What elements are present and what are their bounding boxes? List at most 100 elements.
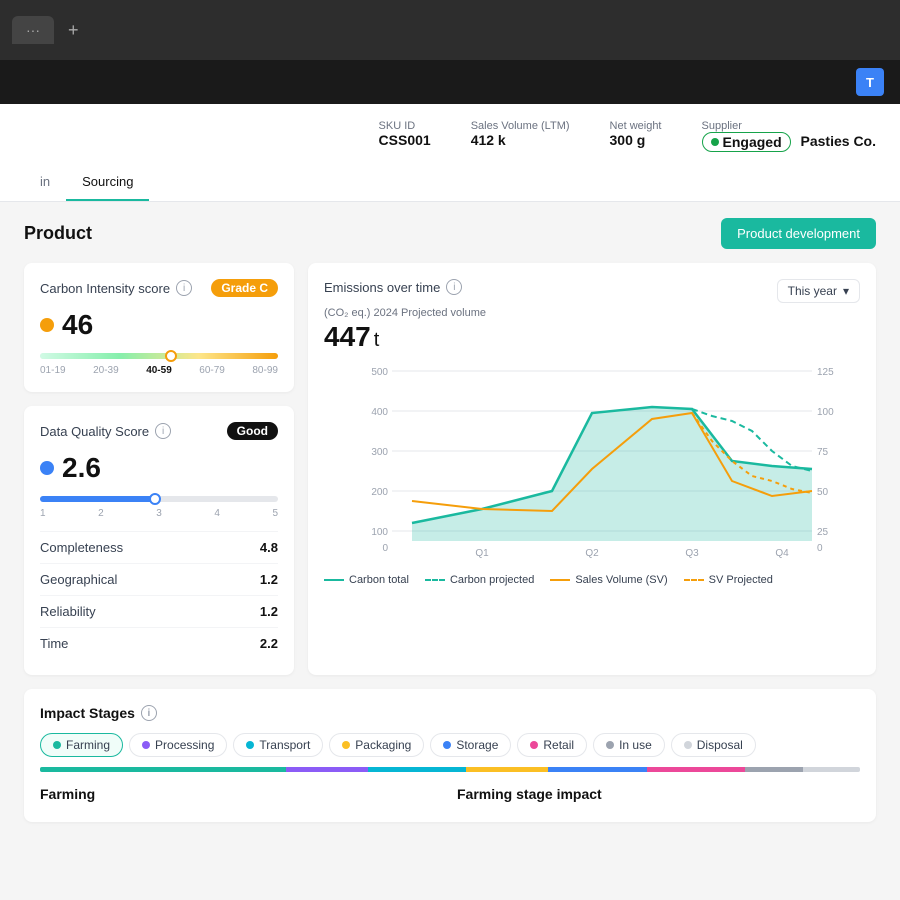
product-header: SKU ID CSS001 Sales Volume (LTM) 412 k N… (0, 104, 900, 202)
svg-text:Q2: Q2 (585, 548, 599, 559)
bar-retail (647, 767, 745, 772)
bar-transport (368, 767, 466, 772)
sku-id-meta: SKU ID CSS001 (379, 120, 431, 152)
svg-text:500: 500 (371, 367, 388, 378)
tab-sourcing[interactable]: Sourcing (66, 164, 149, 201)
carbon-range-bar (40, 353, 278, 359)
sales-volume-value: 412 k (471, 132, 506, 148)
carbon-score-title: Carbon Intensity score i Grade C (40, 279, 278, 297)
good-badge: Good (227, 422, 278, 440)
tab-bar: ··· + (12, 16, 87, 45)
stage-pill-storage[interactable]: Storage (430, 733, 511, 757)
impact-stages-title: Impact Stages i (40, 705, 860, 721)
svg-text:400: 400 (371, 407, 388, 418)
legend-sales-volume: Sales Volume (SV) (550, 574, 667, 586)
dq-score-card: Data Quality Score i Good 2.6 1 2 (24, 406, 294, 675)
svg-text:0: 0 (382, 543, 388, 554)
stage-pill-retail[interactable]: Retail (517, 733, 587, 757)
legend-carbon-total: Carbon total (324, 574, 409, 586)
supplier-status-dot (711, 138, 719, 146)
dq-dot-icon (40, 461, 54, 475)
product-meta: SKU ID CSS001 Sales Volume (LTM) 412 k N… (24, 120, 876, 164)
browser-tab[interactable]: ··· (12, 16, 54, 44)
new-tab-button[interactable]: + (60, 16, 87, 45)
left-cards: Carbon Intensity score i Grade C 46 01-1… (24, 263, 294, 675)
in-use-dot-icon (606, 741, 614, 749)
tab-in[interactable]: in (24, 164, 66, 201)
carbon-range-labels: 01-19 20-39 40-59 60-79 80-99 (40, 365, 278, 376)
bar-packaging (466, 767, 548, 772)
carbon-score-card: Carbon Intensity score i Grade C 46 01-1… (24, 263, 294, 392)
stage-color-bar (40, 767, 860, 772)
carbon-score-value: 46 (40, 309, 278, 341)
legend-sv-projected: SV Projected (684, 574, 773, 586)
chart-legend: Carbon total Carbon projected Sales Volu… (324, 574, 860, 586)
dq-row-reliability: Reliability 1.2 (40, 595, 278, 627)
sales-volume-meta: Sales Volume (LTM) 412 k (471, 120, 570, 152)
chevron-down-icon: ▾ (843, 284, 849, 298)
farming-dot-icon (53, 741, 61, 749)
app-bar: T (0, 60, 900, 104)
net-weight-meta: Net weight 300 g (610, 120, 662, 152)
sv-projected-line-icon (684, 579, 704, 581)
net-weight-value: 300 g (610, 132, 646, 148)
stage-pill-processing[interactable]: Processing (129, 733, 227, 757)
carbon-total-line-icon (324, 579, 344, 581)
avatar[interactable]: T (856, 68, 884, 96)
chart-title: Emissions over time i (324, 279, 462, 295)
chart-header: Emissions over time i This year ▾ (324, 279, 860, 303)
stage-pill-farming[interactable]: Farming (40, 733, 123, 757)
stage-pill-in-use[interactable]: In use (593, 733, 665, 757)
bottom-left: Farming (40, 786, 443, 806)
packaging-dot-icon (342, 741, 350, 749)
supplier-meta: Supplier Engaged Pasties Co. (702, 120, 877, 152)
svg-text:0: 0 (817, 543, 823, 554)
cards-row: Carbon Intensity score i Grade C 46 01-1… (24, 263, 876, 675)
processing-dot-icon (142, 741, 150, 749)
chart-main-value: 447t (324, 321, 860, 353)
browser-chrome: ··· + (0, 0, 900, 60)
svg-text:Q3: Q3 (685, 548, 699, 559)
supplier-label: Supplier (702, 120, 877, 132)
dq-range-bar (40, 496, 278, 502)
sales-volume-line-icon (550, 579, 570, 581)
svg-text:100: 100 (371, 527, 388, 538)
chart-info-icon[interactable]: i (446, 279, 462, 295)
bar-disposal (803, 767, 860, 772)
carbon-range-fill (40, 353, 278, 359)
bottom-right-label: Farming stage impact (457, 786, 860, 802)
dq-score-title: Data Quality Score i Good (40, 422, 278, 440)
svg-text:Q1: Q1 (475, 548, 489, 559)
supplier-badge: Engaged (702, 132, 791, 152)
carbon-dot-icon (40, 318, 54, 332)
impact-info-icon[interactable]: i (141, 705, 157, 721)
carbon-info-icon[interactable]: i (176, 280, 192, 296)
dq-row-completeness: Completeness 4.8 (40, 531, 278, 563)
stage-pill-disposal[interactable]: Disposal (671, 733, 756, 757)
svg-text:100: 100 (817, 407, 834, 418)
impact-stages-section: Impact Stages i Farming Processing Trans… (24, 689, 876, 822)
svg-text:75: 75 (817, 447, 829, 458)
retail-dot-icon (530, 741, 538, 749)
dq-info-icon[interactable]: i (155, 423, 171, 439)
dq-range-marker (149, 493, 161, 505)
bar-farming (40, 767, 286, 772)
stage-pill-packaging[interactable]: Packaging (329, 733, 424, 757)
svg-text:Q4: Q4 (775, 548, 789, 559)
dq-range-labels: 1 2 3 4 5 (40, 508, 278, 519)
legend-carbon-projected: Carbon projected (425, 574, 534, 586)
disposal-dot-icon (684, 741, 692, 749)
stage-pill-transport[interactable]: Transport (233, 733, 323, 757)
year-selector[interactable]: This year ▾ (777, 279, 860, 303)
net-weight-label: Net weight (610, 120, 662, 132)
svg-text:200: 200 (371, 487, 388, 498)
transport-dot-icon (246, 741, 254, 749)
main-content: SKU ID CSS001 Sales Volume (LTM) 412 k N… (0, 104, 900, 900)
dq-range-fill (40, 496, 154, 502)
dq-score-value: 2.6 (40, 452, 278, 484)
svg-text:25: 25 (817, 527, 829, 538)
page-title: Product (24, 223, 92, 244)
emissions-chart-card: Emissions over time i This year ▾ (CO₂ e… (308, 263, 876, 675)
product-development-button[interactable]: Product development (721, 218, 876, 249)
dq-rows: Completeness 4.8 Geographical 1.2 Reliab… (40, 531, 278, 659)
